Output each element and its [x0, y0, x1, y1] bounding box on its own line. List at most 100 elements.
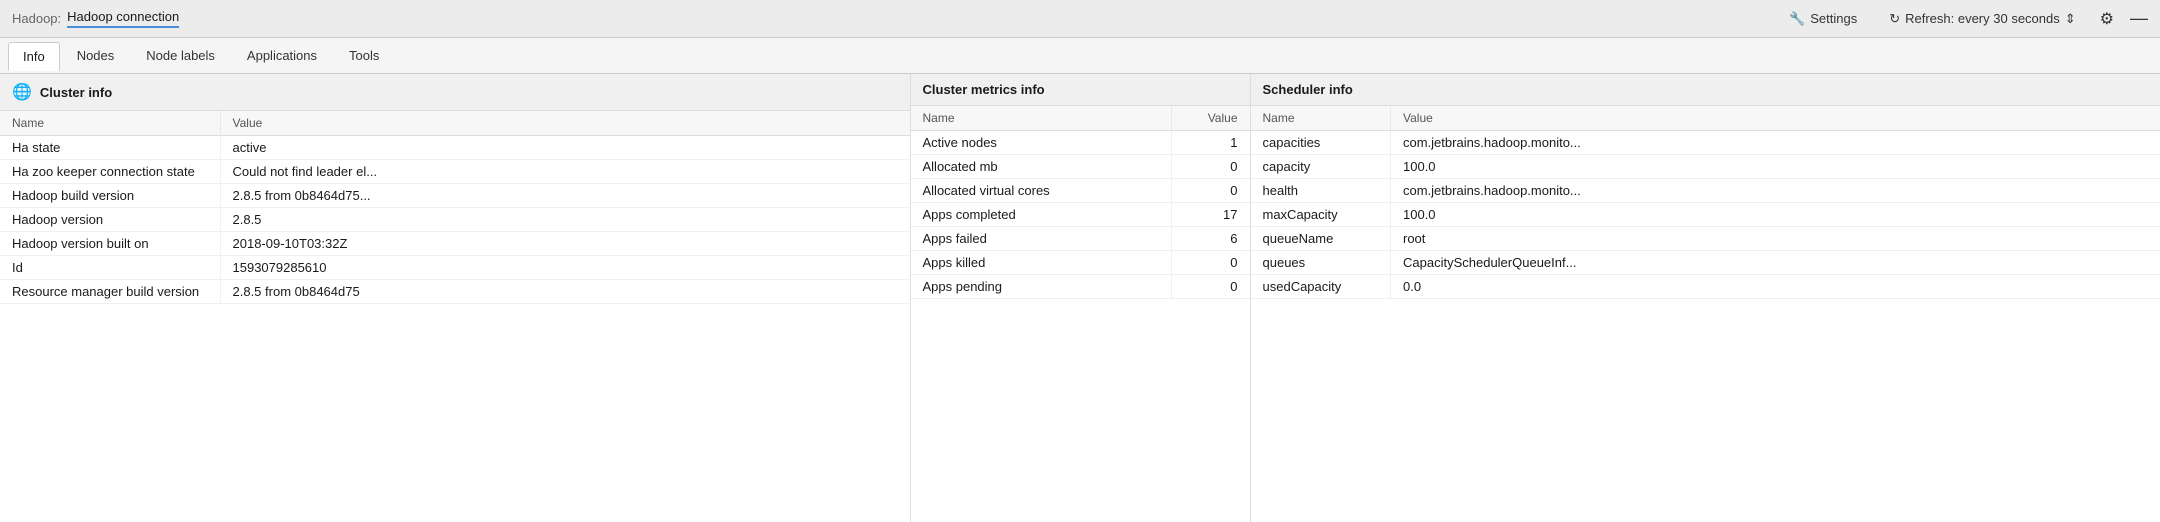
cell-value: 2018-09-10T03:32Z [220, 232, 910, 256]
table-row: Ha state active [0, 136, 910, 160]
tab-node-labels[interactable]: Node labels [131, 41, 230, 70]
gear-button[interactable]: ⚙ [2100, 9, 2114, 29]
cell-name: Ha state [0, 136, 220, 160]
cell-name: usedCapacity [1251, 275, 1391, 299]
cell-name: capacity [1251, 155, 1391, 179]
cluster-metrics-table: Name Value Active nodes 1 Allocated mb 0… [911, 106, 1250, 299]
cluster-metrics-body: Active nodes 1 Allocated mb 0 Allocated … [911, 131, 1250, 299]
table-row: Id 1593079285610 [0, 256, 910, 280]
tab-nodes[interactable]: Nodes [62, 41, 130, 70]
metrics-col-value: Value [1171, 106, 1249, 131]
globe-icon: 🌐 [12, 82, 32, 102]
cell-name: Allocated mb [911, 155, 1172, 179]
cluster-info-table: Name Value Ha state active Ha zoo keeper… [0, 111, 910, 304]
cell-value: 0.0 [1391, 275, 2160, 299]
settings-label: Settings [1810, 11, 1857, 26]
tab-applications[interactable]: Applications [232, 41, 332, 70]
table-row: Apps completed 17 [911, 203, 1250, 227]
table-row: capacity 100.0 [1251, 155, 2160, 179]
cell-name: queues [1251, 251, 1391, 275]
cell-name: maxCapacity [1251, 203, 1391, 227]
cell-name: Apps pending [911, 275, 1172, 299]
cluster-info-thead: Name Value [0, 111, 910, 136]
minimize-button[interactable]: — [2130, 8, 2148, 29]
content-area: 🌐 Cluster info Name Value Ha state activ… [0, 74, 2160, 522]
tab-info[interactable]: Info [8, 42, 60, 71]
cell-name: Hadoop version built on [0, 232, 220, 256]
cell-name: Id [0, 256, 220, 280]
cluster-metrics-header: Cluster metrics info [911, 74, 1250, 106]
cell-value: 17 [1171, 203, 1249, 227]
scheduler-info-scroll[interactable]: Name Value capacities com.jetbrains.hado… [1251, 106, 2160, 522]
cell-name: health [1251, 179, 1391, 203]
cell-value: 100.0 [1391, 203, 2160, 227]
connection-tab[interactable]: Hadoop connection [67, 9, 179, 28]
cell-name: capacities [1251, 131, 1391, 155]
scheduler-col-name: Name [1251, 106, 1391, 131]
cell-value: 2.8.5 [220, 208, 910, 232]
cell-value: 100.0 [1391, 155, 2160, 179]
table-row: Allocated virtual cores 0 [911, 179, 1250, 203]
tab-tools[interactable]: Tools [334, 41, 394, 70]
table-row: health com.jetbrains.hadoop.monito... [1251, 179, 2160, 203]
cell-name: Hadoop version [0, 208, 220, 232]
cell-value: 2.8.5 from 0b8464d75 [220, 280, 910, 304]
cell-name: Apps completed [911, 203, 1172, 227]
metrics-col-name: Name [911, 106, 1172, 131]
scheduler-info-title: Scheduler info [1263, 82, 1353, 97]
cluster-info-title: Cluster info [40, 85, 112, 100]
settings-button[interactable]: 🔧 Settings [1781, 7, 1865, 31]
table-row: maxCapacity 100.0 [1251, 203, 2160, 227]
cluster-col-name: Name [0, 111, 220, 136]
cell-name: queueName [1251, 227, 1391, 251]
scheduler-info-table: Name Value capacities com.jetbrains.hado… [1251, 106, 2160, 299]
cluster-col-value: Value [220, 111, 910, 136]
cell-value: 0 [1171, 275, 1249, 299]
cluster-metrics-title: Cluster metrics info [923, 82, 1045, 97]
scheduler-info-body: capacities com.jetbrains.hadoop.monito..… [1251, 131, 2160, 299]
table-row: Ha zoo keeper connection state Could not… [0, 160, 910, 184]
cell-name: Active nodes [911, 131, 1172, 155]
table-row: Resource manager build version 2.8.5 fro… [0, 280, 910, 304]
cell-name: Resource manager build version [0, 280, 220, 304]
cluster-metrics-section: Cluster metrics info Name Value Active n… [911, 74, 1251, 522]
cell-value: 0 [1171, 251, 1249, 275]
wrench-icon: 🔧 [1789, 11, 1805, 27]
title-bar-left: Hadoop: Hadoop connection [12, 9, 179, 28]
table-row: usedCapacity 0.0 [1251, 275, 2160, 299]
title-bar-right: 🔧 Settings ↻ Refresh: every 30 seconds ⇕… [1781, 7, 2148, 31]
table-row: Hadoop build version 2.8.5 from 0b8464d7… [0, 184, 910, 208]
cell-value: CapacitySchedulerQueueInf... [1391, 251, 2160, 275]
title-bar: Hadoop: Hadoop connection 🔧 Settings ↻ R… [0, 0, 2160, 38]
cell-value: 2.8.5 from 0b8464d75... [220, 184, 910, 208]
cluster-metrics-scroll[interactable]: Name Value Active nodes 1 Allocated mb 0… [911, 106, 1250, 522]
cell-value: 0 [1171, 155, 1249, 179]
cell-value: 6 [1171, 227, 1249, 251]
table-row: Hadoop version built on 2018-09-10T03:32… [0, 232, 910, 256]
cell-value: com.jetbrains.hadoop.monito... [1391, 179, 2160, 203]
cluster-info-section: 🌐 Cluster info Name Value Ha state activ… [0, 74, 911, 522]
cluster-info-scroll[interactable]: Name Value Ha state active Ha zoo keeper… [0, 111, 910, 522]
chevron-icon: ⇕ [2065, 11, 2076, 27]
table-row: Apps killed 0 [911, 251, 1250, 275]
refresh-label: Refresh: every 30 seconds [1905, 11, 2060, 26]
cluster-info-body: Ha state active Ha zoo keeper connection… [0, 136, 910, 304]
cell-value: 1 [1171, 131, 1249, 155]
cell-name: Apps killed [911, 251, 1172, 275]
table-row: Apps pending 0 [911, 275, 1250, 299]
scheduler-info-thead: Name Value [1251, 106, 2160, 131]
table-row: queues CapacitySchedulerQueueInf... [1251, 251, 2160, 275]
cell-value: root [1391, 227, 2160, 251]
title-prefix: Hadoop: [12, 11, 61, 26]
table-row: Active nodes 1 [911, 131, 1250, 155]
scheduler-info-header: Scheduler info [1251, 74, 2160, 106]
nav-tabs: Info Nodes Node labels Applications Tool… [0, 38, 2160, 74]
table-row: Allocated mb 0 [911, 155, 1250, 179]
cell-name: Ha zoo keeper connection state [0, 160, 220, 184]
table-row: capacities com.jetbrains.hadoop.monito..… [1251, 131, 2160, 155]
cell-name: Allocated virtual cores [911, 179, 1172, 203]
cluster-metrics-thead: Name Value [911, 106, 1250, 131]
refresh-button[interactable]: ↻ Refresh: every 30 seconds ⇕ [1881, 7, 2083, 31]
refresh-icon: ↻ [1889, 11, 1900, 27]
cell-value: 0 [1171, 179, 1249, 203]
